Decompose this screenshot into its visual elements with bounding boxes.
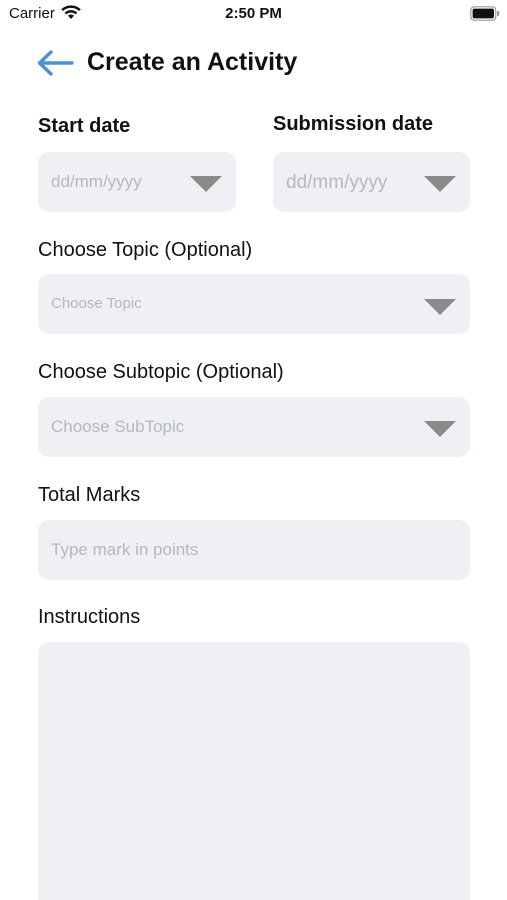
chevron-down-icon — [424, 299, 456, 315]
submission-date-dropdown[interactable]: dd/mm/yyyy — [273, 152, 470, 212]
instructions-textarea[interactable] — [38, 642, 470, 900]
total-marks-input[interactable] — [38, 520, 470, 580]
arrow-left-icon — [37, 50, 74, 76]
topic-dropdown[interactable]: Choose Topic — [38, 274, 470, 334]
chevron-down-icon — [190, 176, 222, 192]
header: Create an Activity — [0, 40, 507, 86]
total-marks-label: Total Marks — [38, 484, 141, 506]
subtopic-placeholder: Choose SubTopic — [51, 417, 185, 436]
start-date-label: Start date — [38, 115, 131, 137]
topic-placeholder: Choose Topic — [51, 295, 142, 312]
instructions-label: Instructions — [38, 606, 141, 628]
submission-date-label: Submission date — [273, 113, 434, 135]
start-date-placeholder: dd/mm/yyyy — [51, 172, 142, 191]
subtopic-dropdown[interactable]: Choose SubTopic — [38, 397, 470, 457]
total-marks-field[interactable] — [38, 520, 470, 580]
battery-icon — [470, 6, 500, 21]
chevron-down-icon — [424, 421, 456, 437]
instructions-field[interactable] — [38, 642, 470, 900]
create-activity-screen: Carrier 2:50 PM Create an Activity Start… — [0, 0, 507, 900]
topic-label: Choose Topic (Optional) — [38, 239, 253, 261]
subtopic-label: Choose Subtopic (Optional) — [38, 361, 284, 383]
page-title: Create an Activity — [87, 48, 298, 76]
chevron-down-icon — [424, 176, 456, 192]
status-time: 2:50 PM — [225, 5, 282, 22]
status-bar: Carrier 2:50 PM — [0, 0, 507, 28]
submission-date-placeholder: dd/mm/yyyy — [286, 172, 388, 193]
start-date-dropdown[interactable]: dd/mm/yyyy — [38, 152, 236, 212]
back-button[interactable] — [35, 48, 75, 78]
